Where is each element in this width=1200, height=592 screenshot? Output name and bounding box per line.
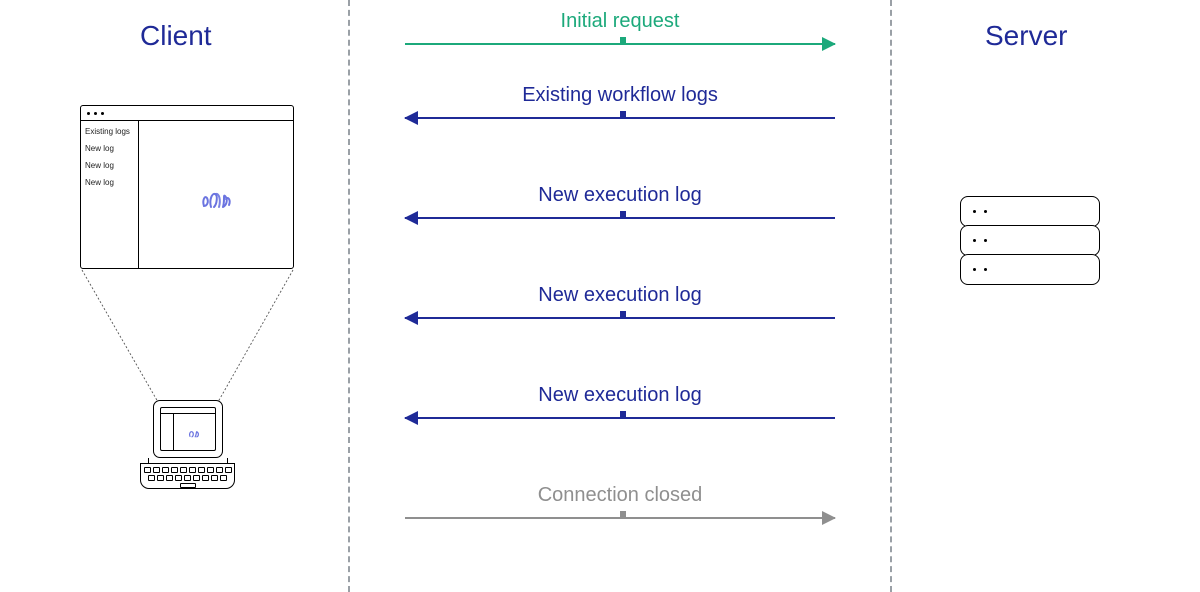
laptop-icon (140, 400, 235, 489)
arrow-label: New execution log (405, 184, 835, 207)
log-line: Existing logs (85, 127, 134, 136)
window-titlebar-icon (81, 106, 293, 121)
octopus-logo-icon-small (187, 426, 201, 438)
arrow-left-icon (405, 417, 835, 419)
arrow-label: New execution log (405, 284, 835, 307)
log-line: New log (85, 161, 134, 170)
arrow-left-icon (405, 117, 835, 119)
arrow-left-icon (405, 217, 835, 219)
arrow-label: Initial request (405, 10, 835, 33)
browser-main-pane (139, 121, 293, 269)
message-existing-logs: Existing workflow logs (405, 84, 835, 119)
message-new-log-3: New execution log (405, 384, 835, 419)
log-line: New log (85, 178, 134, 187)
lifeline-server-divider (890, 0, 892, 592)
message-initial-request: Initial request (405, 10, 835, 45)
log-line: New log (85, 144, 134, 153)
browser-window-icon: Existing logs New log New log New log (80, 105, 294, 269)
message-new-log-2: New execution log (405, 284, 835, 319)
lifeline-client-divider (348, 0, 350, 592)
server-rack-icon (960, 196, 1100, 285)
diagram-stage: Client Server Existing logs New log New … (0, 0, 1200, 592)
arrow-label: Connection closed (405, 484, 835, 507)
message-connection-closed: Connection closed (405, 484, 835, 519)
arrow-left-icon (405, 317, 835, 319)
octopus-logo-icon (199, 180, 233, 210)
server-title: Server (985, 20, 1067, 52)
arrow-right-icon (405, 43, 835, 45)
arrow-label: Existing workflow logs (405, 84, 835, 107)
arrow-right-icon (405, 517, 835, 519)
message-new-log-1: New execution log (405, 184, 835, 219)
browser-sidebar-logs: Existing logs New log New log New log (81, 121, 139, 269)
arrow-label: New execution log (405, 384, 835, 407)
client-title: Client (140, 20, 212, 52)
